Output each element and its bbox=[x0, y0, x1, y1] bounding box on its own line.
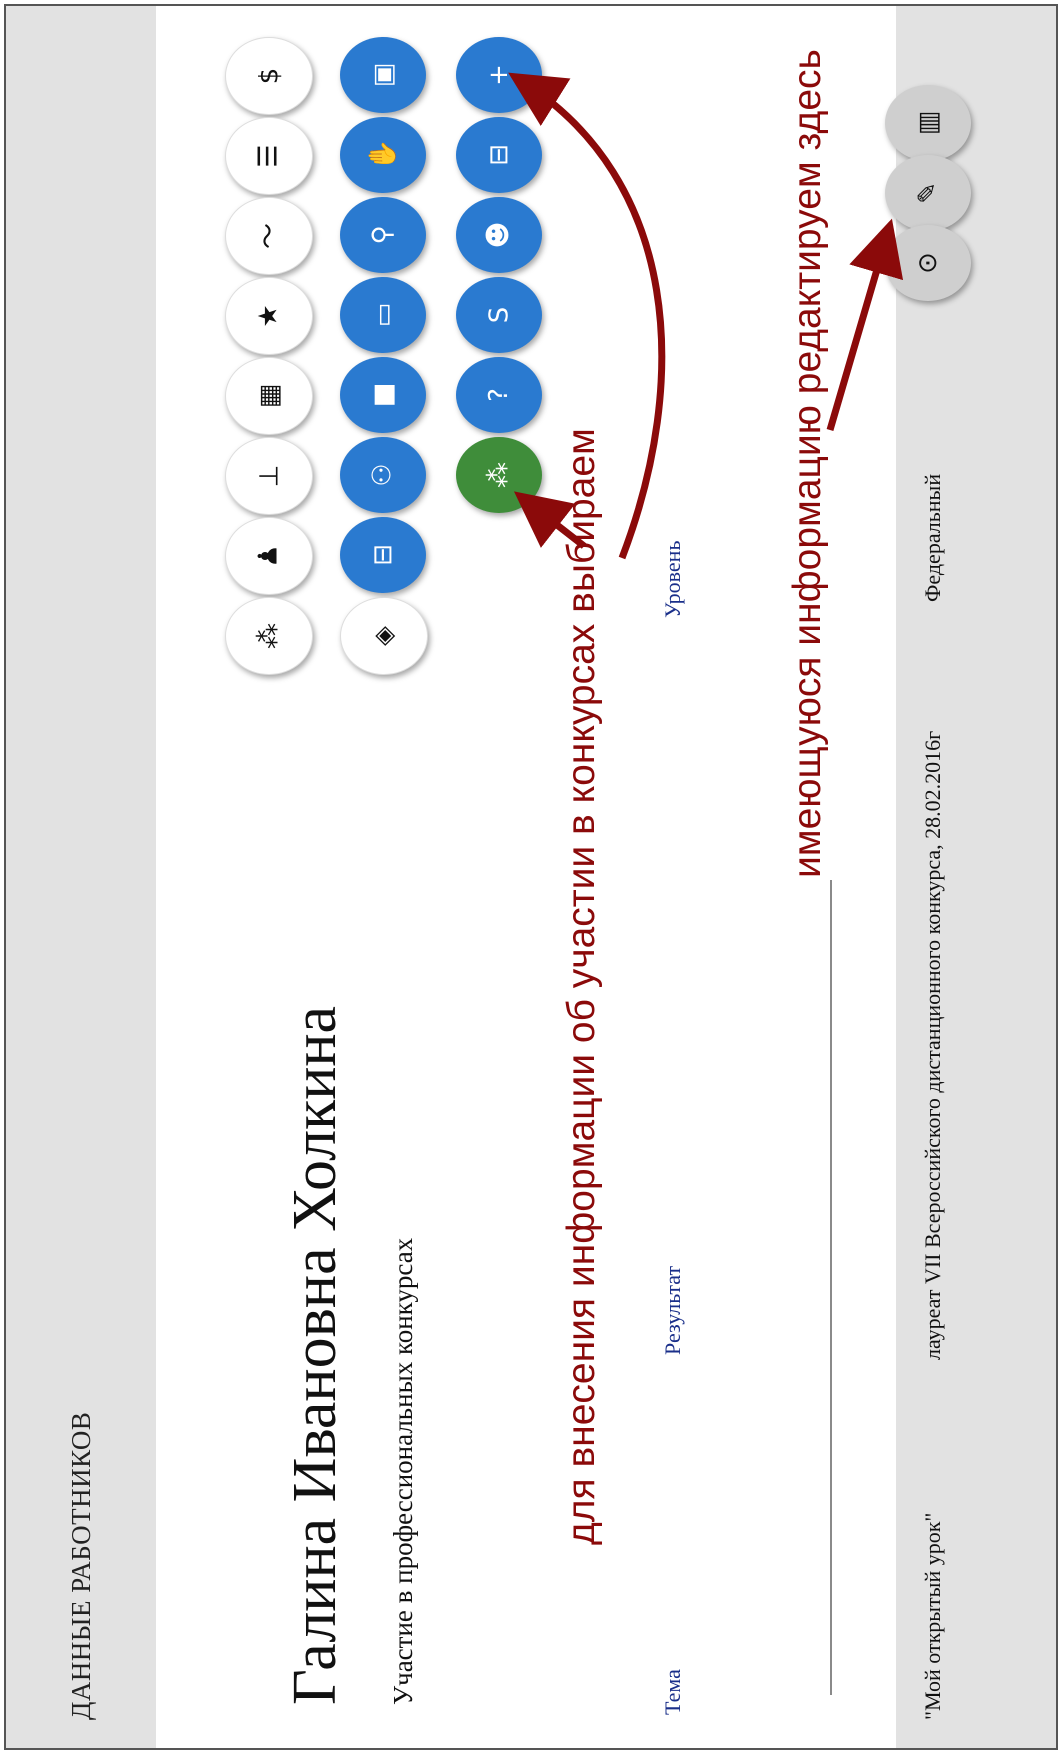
view-icon[interactable]: ⊙ bbox=[885, 225, 971, 301]
edit-icon[interactable]: ✎ bbox=[885, 155, 971, 231]
bag-icon[interactable]: ■ bbox=[340, 357, 426, 433]
plus-icon[interactable]: + bbox=[456, 37, 542, 113]
cell-level: Федеральный bbox=[920, 473, 945, 602]
column-header-topic[interactable]: Тема bbox=[660, 1669, 686, 1715]
person-icon[interactable]: ♟ bbox=[225, 517, 313, 595]
card-icon[interactable]: ▭ bbox=[340, 277, 426, 353]
section-title: Участие в профессиональных конкурсах bbox=[388, 1237, 418, 1705]
chart-icon[interactable]: 〜 bbox=[225, 197, 313, 275]
annotation-edit-info: имеющуюся информацию редактируем здесь bbox=[786, 49, 829, 878]
annotation-add-info: для внесения информации об участии в кон… bbox=[560, 428, 603, 1545]
book-icon[interactable]: ◈ bbox=[340, 597, 428, 675]
teacher-icon[interactable]: ⊥ bbox=[225, 437, 313, 515]
page-header-title: ДАННЫЕ РАБОТНИКОВ bbox=[66, 1411, 96, 1720]
competition-icon[interactable]: ⁂ bbox=[456, 437, 542, 513]
smiley-icon[interactable]: ☻ bbox=[456, 197, 542, 273]
podium-icon[interactable]: ⚲ bbox=[340, 197, 426, 273]
column-header-level[interactable]: Уровень bbox=[660, 541, 686, 618]
list-icon[interactable]: ☰ bbox=[225, 117, 313, 195]
dollar-icon[interactable]: $ bbox=[225, 37, 313, 115]
hands-icon[interactable]: ✋ bbox=[340, 117, 426, 193]
column-underline-result bbox=[830, 880, 832, 1375]
people-icon[interactable]: ⚇ bbox=[340, 437, 426, 513]
school-icon[interactable]: ⊟ bbox=[340, 517, 426, 593]
help-icon[interactable]: ? bbox=[456, 357, 542, 433]
skype-icon[interactable]: S bbox=[456, 277, 542, 353]
briefcase-icon[interactable]: ▣ bbox=[340, 37, 426, 113]
cell-topic: "Мой открытый урок" bbox=[920, 1512, 945, 1720]
delete-icon[interactable]: ▥ bbox=[885, 85, 971, 161]
column-underline-topic bbox=[830, 1370, 832, 1695]
calendar-icon[interactable]: ▦ bbox=[225, 357, 313, 435]
employee-name: Галина Ивановна Холкина bbox=[281, 1005, 349, 1705]
star-icon[interactable]: ★ bbox=[225, 277, 313, 355]
building-icon[interactable]: ⊟ bbox=[456, 117, 542, 193]
group-icon[interactable]: ⁂ bbox=[225, 597, 313, 675]
cell-result: лауреат VII Всероссийского дистанционног… bbox=[920, 730, 945, 1360]
column-header-result[interactable]: Результат bbox=[660, 1266, 686, 1355]
